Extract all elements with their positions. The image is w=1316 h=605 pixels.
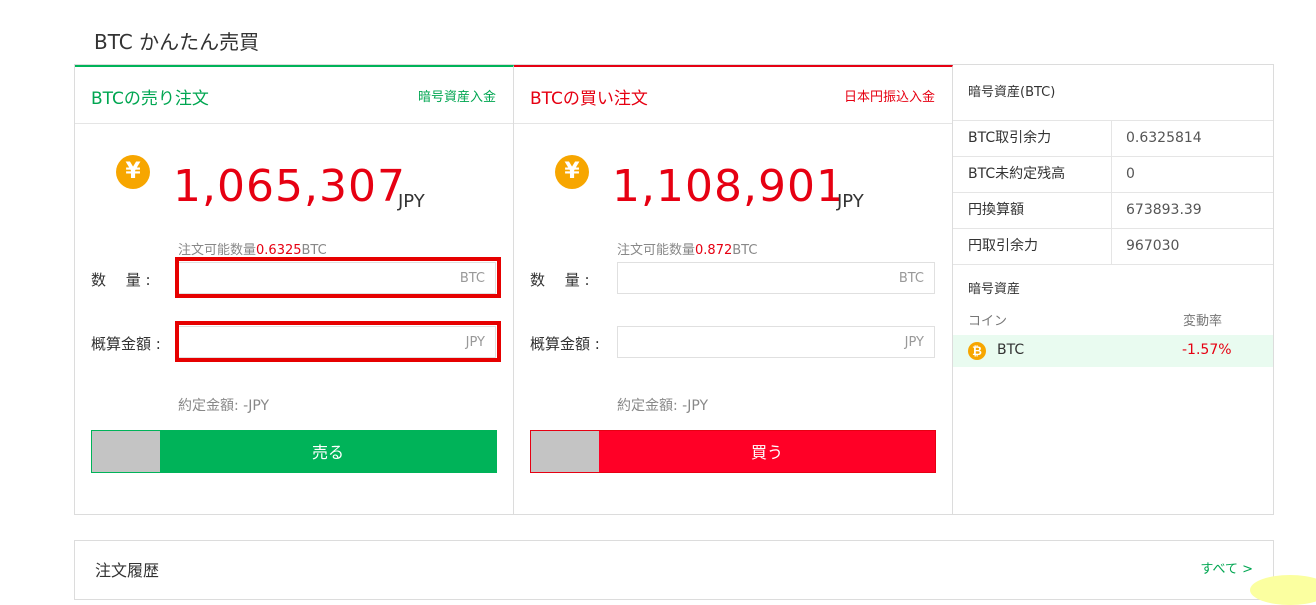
highlight-box [175,257,501,298]
sell-price: 1,065,307 [173,161,406,212]
crypto-deposit-link[interactable]: 暗号資産入金 [418,86,496,105]
available-unit: BTC [301,243,327,258]
balance-value: 967030 [1126,238,1180,254]
balance-label: BTC未約定残高 [953,157,1112,192]
quantity-unit: BTC [898,271,924,286]
sell-button-label[interactable]: 売る [160,431,496,472]
order-history-title: 注文履歴 [95,561,160,580]
buy-panel: BTCの買い注文 日本円振込入金 ¥ 1,108,901 JPY 注文可能数量0… [514,65,953,514]
buy-button-label[interactable]: 買う [599,431,935,472]
buy-available: 注文可能数量0.872BTC [617,239,757,258]
amount-unit: JPY [904,335,924,350]
buy-price: 1,108,901 [612,161,845,212]
asset-row[interactable]: ₿ BTC -1.57% [953,335,1273,367]
buy-quantity-field[interactable]: BTC [617,262,935,294]
quantity-label: 数 量 : [530,271,590,289]
sell-price-unit: JPY [398,191,425,212]
balance-value: 0 [1126,166,1135,182]
sell-available: 注文可能数量0.6325BTC [178,239,327,258]
buy-quantity-input[interactable] [618,263,934,293]
buy-settled-amount: 約定金額: -JPY [617,398,709,414]
balance-panel: 暗号資産(BTC) BTC取引余力 0.6325814 BTC未約定残高 0 円… [953,65,1273,514]
balance-label: 円換算額 [953,193,1112,228]
trade-box: BTCの売り注文 暗号資産入金 ¥ 1,065,307 JPY 注文可能数量0.… [74,64,1274,515]
available-unit: BTC [732,243,758,258]
balance-label: 円取引余力 [953,229,1112,264]
amount-label: 概算金額 : [530,335,600,353]
quantity-label: 数 量 : [91,271,151,289]
balance-label: BTC取引余力 [953,121,1112,156]
balance-row: 円換算額 673893.39 [953,193,1273,229]
balance-value: 0.6325814 [1126,130,1202,146]
sell-panel-title: BTCの売り注文 [91,89,209,109]
buy-panel-title: BTCの買い注文 [530,89,648,109]
sell-button[interactable]: 売る [91,430,497,473]
available-value: 0.872 [695,243,733,258]
corner-highlight [1250,575,1316,605]
sell-button-slider[interactable] [92,431,160,472]
available-label: 注文可能数量 [178,243,257,258]
balance-row: BTC取引余力 0.6325814 [953,121,1273,157]
bitcoin-icon: ₿ [968,342,986,360]
highlight-box [175,321,501,362]
available-value: 0.6325 [256,243,302,258]
sell-panel: BTCの売り注文 暗号資産入金 ¥ 1,065,307 JPY 注文可能数量0.… [75,65,514,514]
sell-settled-amount: 約定金額: -JPY [178,398,270,414]
amount-label: 概算金額 : [91,335,161,353]
balance-value: 673893.39 [1126,202,1202,218]
sell-panel-header: BTCの売り注文 暗号資産入金 [75,67,513,124]
coin-column-header: コイン [968,314,1008,329]
buy-amount-input[interactable] [618,327,934,357]
balance-row: BTC未約定残高 0 [953,157,1273,193]
asset-name: BTC [997,342,1025,358]
page-title: BTC かんたん売買 [94,30,260,54]
view-all-link[interactable]: すべて > [1200,558,1253,577]
buy-price-unit: JPY [837,191,864,212]
available-label: 注文可能数量 [617,243,696,258]
buy-button[interactable]: 買う [530,430,936,473]
yen-icon: ¥ [116,155,150,189]
order-history-section: 注文履歴 すべて > [74,540,1274,600]
asset-change: -1.57% [1182,342,1232,358]
buy-panel-header: BTCの買い注文 日本円振込入金 [514,67,952,124]
change-column-header: 変動率 [1183,314,1223,329]
yen-icon: ¥ [555,155,589,189]
jpy-deposit-link[interactable]: 日本円振込入金 [844,86,935,105]
balance-row: 円取引余力 967030 [953,229,1273,265]
balance-panel-title: 暗号資産(BTC) [953,65,1273,121]
buy-amount-field[interactable]: JPY [617,326,935,358]
assets-title: 暗号資産 [968,282,1021,297]
buy-button-slider[interactable] [531,431,599,472]
